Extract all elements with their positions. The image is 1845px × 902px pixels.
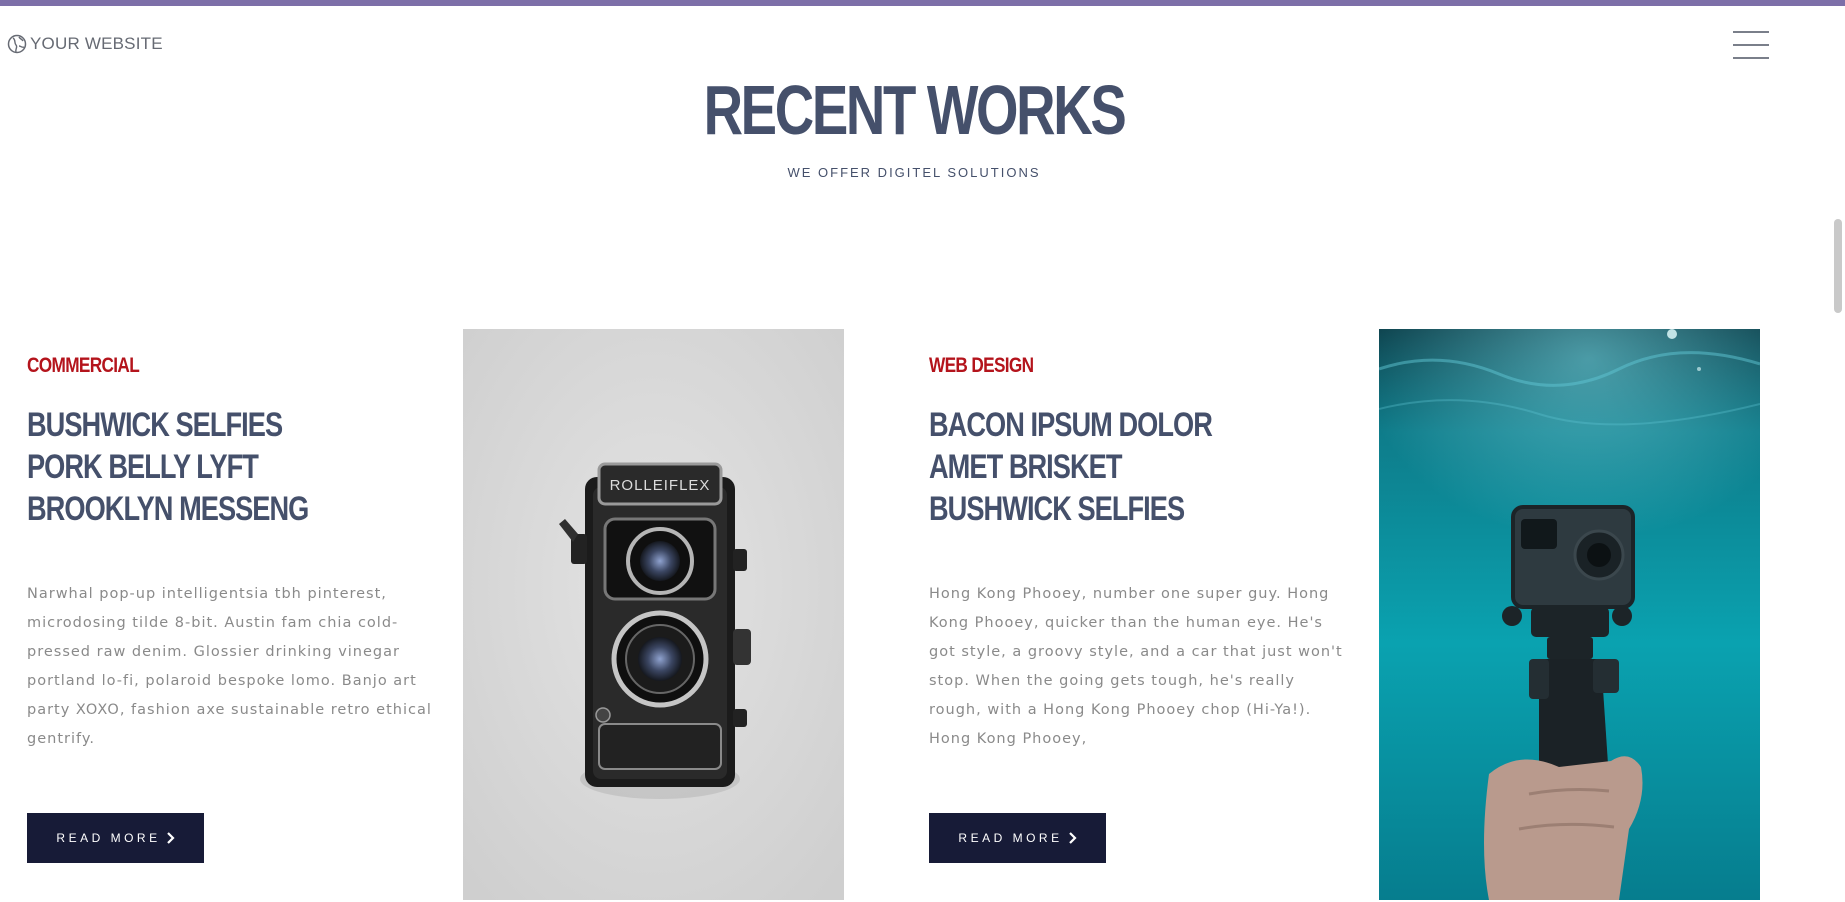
work-title-line: BACON IPSUM DOLOR xyxy=(929,406,1213,444)
work-title-line: AMET BRISKET xyxy=(929,448,1122,486)
work-title[interactable]: BACON IPSUM DOLOR AMET BRISKET BUSHWICK … xyxy=(929,404,1213,530)
read-more-label: READ MORE xyxy=(958,831,1063,845)
scrollbar-track[interactable] xyxy=(1828,6,1845,902)
section-title: RECENT WORKS xyxy=(703,71,1127,149)
camera-brand-label: ROLLEIFLEX xyxy=(610,477,711,494)
work-title-line: BROOKLYN MESSENG xyxy=(27,490,309,528)
globe-icon xyxy=(7,34,27,54)
read-more-button[interactable]: READ MORE xyxy=(27,813,204,863)
work-title[interactable]: BUSHWICK SELFIES PORK BELLY LYFT BROOKLY… xyxy=(27,404,309,530)
work-category: WEB DESIGN xyxy=(929,354,1034,377)
chevron-right-icon xyxy=(165,832,175,844)
section-subtitle: WE OFFER DIGITEL SOLUTIONS xyxy=(787,165,1041,180)
work-description: Hong Kong Phooey, number one super guy. … xyxy=(929,586,1343,747)
hamburger-menu-icon[interactable] xyxy=(1733,31,1769,59)
work-category: COMMERCIAL xyxy=(27,354,140,377)
scrollbar-thumb[interactable] xyxy=(1834,219,1842,313)
read-more-button[interactable]: READ MORE xyxy=(929,813,1106,863)
camera-photo[interactable]: ROLLEIFLEX xyxy=(463,329,844,900)
work-description: Narwhal pop-up intelligentsia tbh pinter… xyxy=(27,586,432,747)
work-title-line: PORK BELLY LYFT xyxy=(27,448,259,486)
hamburger-line xyxy=(1733,57,1769,59)
logo-text: YOUR WEBSITE xyxy=(30,34,163,53)
read-more-label: READ MORE xyxy=(56,831,161,845)
hamburger-line xyxy=(1733,31,1769,33)
work-title-line: BUSHWICK SELFIES xyxy=(929,490,1185,528)
hamburger-line xyxy=(1733,44,1769,46)
site-logo[interactable]: YOUR WEBSITE xyxy=(7,34,163,54)
underwater-action-camera-photo[interactable] xyxy=(1379,329,1760,900)
chevron-right-icon xyxy=(1067,832,1077,844)
top-accent-bar xyxy=(0,0,1845,6)
page: YOUR WEBSITE RECENT WORKS WE OFFER DIGIT… xyxy=(0,0,1845,902)
work-title-line: BUSHWICK SELFIES xyxy=(27,406,283,444)
